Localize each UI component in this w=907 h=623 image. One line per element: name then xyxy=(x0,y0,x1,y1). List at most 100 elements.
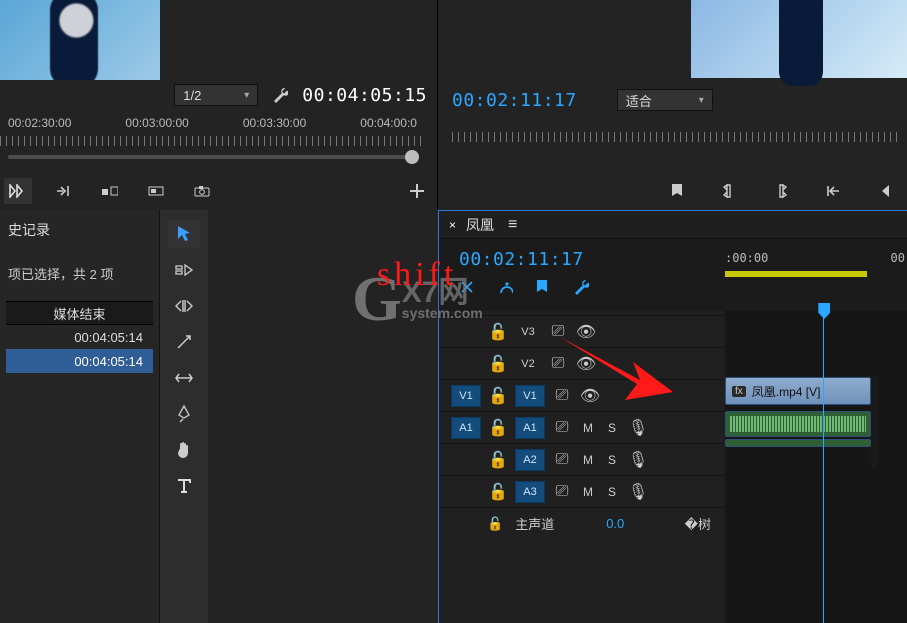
timeline-playhead-timecode[interactable]: 00:02:11:17 xyxy=(459,249,584,270)
solo-button[interactable]: S xyxy=(603,453,621,467)
toggle-output-icon[interactable]: ⎚ xyxy=(551,386,573,406)
track-target-a2[interactable]: A2 xyxy=(515,449,545,471)
lock-icon[interactable]: 🔓 xyxy=(487,482,509,502)
source-zoom-value: 1/2 xyxy=(183,88,201,103)
go-to-in-button[interactable] xyxy=(819,178,847,204)
scrubber-knob-icon[interactable] xyxy=(405,150,419,164)
type-tool[interactable] xyxy=(168,472,200,500)
timeline-panel: × 凤凰 ≡ 00:02:11:17 :00:00 00 xyxy=(438,210,907,623)
pen-tool[interactable] xyxy=(168,400,200,428)
master-track-value[interactable]: 0.0 xyxy=(606,516,624,531)
program-monitor-panel: 00:02:11:17 适合 ▾ xyxy=(438,0,907,210)
eye-icon[interactable]: 👁 xyxy=(579,386,601,406)
add-button[interactable] xyxy=(403,178,431,204)
close-tab-button[interactable]: × xyxy=(449,218,456,232)
source-ruler[interactable] xyxy=(0,132,425,148)
voiceover-icon[interactable]: 🎙 xyxy=(627,418,649,438)
track-select-tool[interactable] xyxy=(168,256,200,284)
track-header-a2[interactable]: 🔓 A2 ⎚ M S 🎙 xyxy=(439,443,725,475)
hand-tool[interactable] xyxy=(168,436,200,464)
timeline-tab-name[interactable]: 凤凰 xyxy=(466,215,494,235)
track-target-v1[interactable]: V1 xyxy=(515,385,545,407)
mute-button[interactable]: M xyxy=(579,421,597,435)
media-end-row[interactable]: 00:04:05:14 xyxy=(6,325,153,349)
solo-button[interactable]: S xyxy=(603,485,621,499)
lock-icon[interactable]: 🔓 xyxy=(487,516,503,532)
program-fit-dropdown[interactable]: 适合 ▾ xyxy=(617,89,713,111)
timeline-clip-area[interactable]: fx 凤凰.mp4 [V] xyxy=(725,311,907,623)
add-marker-icon[interactable] xyxy=(535,279,551,295)
timeline-tab-menu-button[interactable]: ≡ xyxy=(508,216,517,234)
timeline-settings-icon[interactable] xyxy=(573,279,589,295)
chevron-down-icon: ▾ xyxy=(244,90,249,101)
history-panel-title: 史记录 xyxy=(6,218,153,264)
timeline-playhead[interactable] xyxy=(823,311,824,623)
clip-gap xyxy=(871,377,877,467)
selection-tool[interactable] xyxy=(168,220,200,248)
step-back-button[interactable] xyxy=(871,178,899,204)
mute-button[interactable]: M xyxy=(579,453,597,467)
work-area-bar[interactable] xyxy=(725,271,867,277)
source-scrubber[interactable] xyxy=(8,150,417,164)
column-header-media-end[interactable]: 媒体结束 xyxy=(6,301,153,325)
linked-selection-icon[interactable] xyxy=(497,279,513,295)
track-header-v3[interactable]: 🔓 V3 ⎚ 👁 xyxy=(439,315,725,347)
eye-icon[interactable]: 👁 xyxy=(575,354,597,374)
lock-icon[interactable]: 🔓 xyxy=(487,354,509,374)
program-ruler[interactable] xyxy=(452,128,897,144)
source-zoom-dropdown[interactable]: 1/2 ▾ xyxy=(174,84,258,106)
source-patch-a1[interactable]: A1 xyxy=(451,417,481,439)
voiceover-icon[interactable]: 🎙 xyxy=(627,450,649,470)
source-ruler-labels: 00:02:30:00 00:03:00:00 00:03:30:00 00:0… xyxy=(0,116,425,132)
master-track-header[interactable]: 🔓 主声道 0.0 �树 xyxy=(439,507,725,539)
program-fit-label: 适合 xyxy=(626,91,652,110)
source-patch-v1[interactable]: V1 xyxy=(451,385,481,407)
razor-tool[interactable] xyxy=(168,328,200,356)
track-target-a3[interactable]: A3 xyxy=(515,481,545,503)
export-frame-button[interactable] xyxy=(188,178,216,204)
lock-icon[interactable]: 🔓 xyxy=(487,450,509,470)
toggle-output-icon[interactable]: ⎚ xyxy=(547,322,569,342)
track-header-v1[interactable]: V1 🔓 V1 ⎚ 👁 xyxy=(439,379,725,411)
track-target-a1[interactable]: A1 xyxy=(515,417,545,439)
mute-button[interactable]: M xyxy=(579,485,597,499)
lock-icon[interactable]: 🔓 xyxy=(487,418,509,438)
lock-icon[interactable]: 🔓 xyxy=(487,386,509,406)
toggle-output-icon[interactable]: ⎚ xyxy=(547,354,569,374)
chevron-down-icon: ▾ xyxy=(699,95,704,106)
overwrite-button[interactable] xyxy=(142,178,170,204)
voiceover-icon[interactable]: 🎙 xyxy=(627,482,649,502)
marker-button[interactable] xyxy=(663,178,691,204)
slip-tool[interactable] xyxy=(168,364,200,392)
toggle-output-icon[interactable]: ⎚ xyxy=(551,482,573,502)
snap-icon[interactable] xyxy=(459,279,475,295)
track-header-a1[interactable]: A1 🔓 A1 ⎚ M S 🎙 xyxy=(439,411,725,443)
eye-icon[interactable]: 👁 xyxy=(575,322,597,342)
lock-icon[interactable]: 🔓 xyxy=(487,322,509,342)
audio-clip-a2[interactable] xyxy=(725,439,871,447)
play-button[interactable] xyxy=(4,178,32,204)
ruler-label-start: :00:00 xyxy=(725,251,768,265)
step-forward-button[interactable] xyxy=(50,178,78,204)
ripple-edit-tool[interactable] xyxy=(168,292,200,320)
media-end-row-selected[interactable]: 00:04:05:14 xyxy=(6,349,153,373)
insert-button[interactable] xyxy=(96,178,124,204)
toggle-output-icon[interactable]: ⎚ xyxy=(551,450,573,470)
clip-label: 凤凰.mp4 [V] xyxy=(752,383,821,400)
expand-icon[interactable]: �树 xyxy=(685,514,711,533)
video-clip[interactable]: fx 凤凰.mp4 [V] xyxy=(725,377,871,405)
out-point-button[interactable] xyxy=(767,178,795,204)
track-header-a3[interactable]: 🔓 A3 ⎚ M S 🎙 xyxy=(439,475,725,507)
master-track-label: 主声道 xyxy=(515,514,554,533)
settings-wrench-button[interactable] xyxy=(266,82,294,108)
audio-clip-a1[interactable] xyxy=(725,411,871,437)
toggle-output-icon[interactable]: ⎚ xyxy=(551,418,573,438)
ruler-label-end: 00 xyxy=(891,251,905,265)
playhead-head-icon[interactable] xyxy=(818,303,830,319)
solo-button[interactable]: S xyxy=(603,421,621,435)
track-header-v2[interactable]: 🔓 V2 ⎚ 👁 xyxy=(439,347,725,379)
timeline-tab-bar: × 凤凰 ≡ xyxy=(439,211,907,239)
in-point-button[interactable] xyxy=(715,178,743,204)
source-timecode: 00:04:05:15 xyxy=(302,85,427,106)
fx-badge: fx xyxy=(732,386,746,397)
